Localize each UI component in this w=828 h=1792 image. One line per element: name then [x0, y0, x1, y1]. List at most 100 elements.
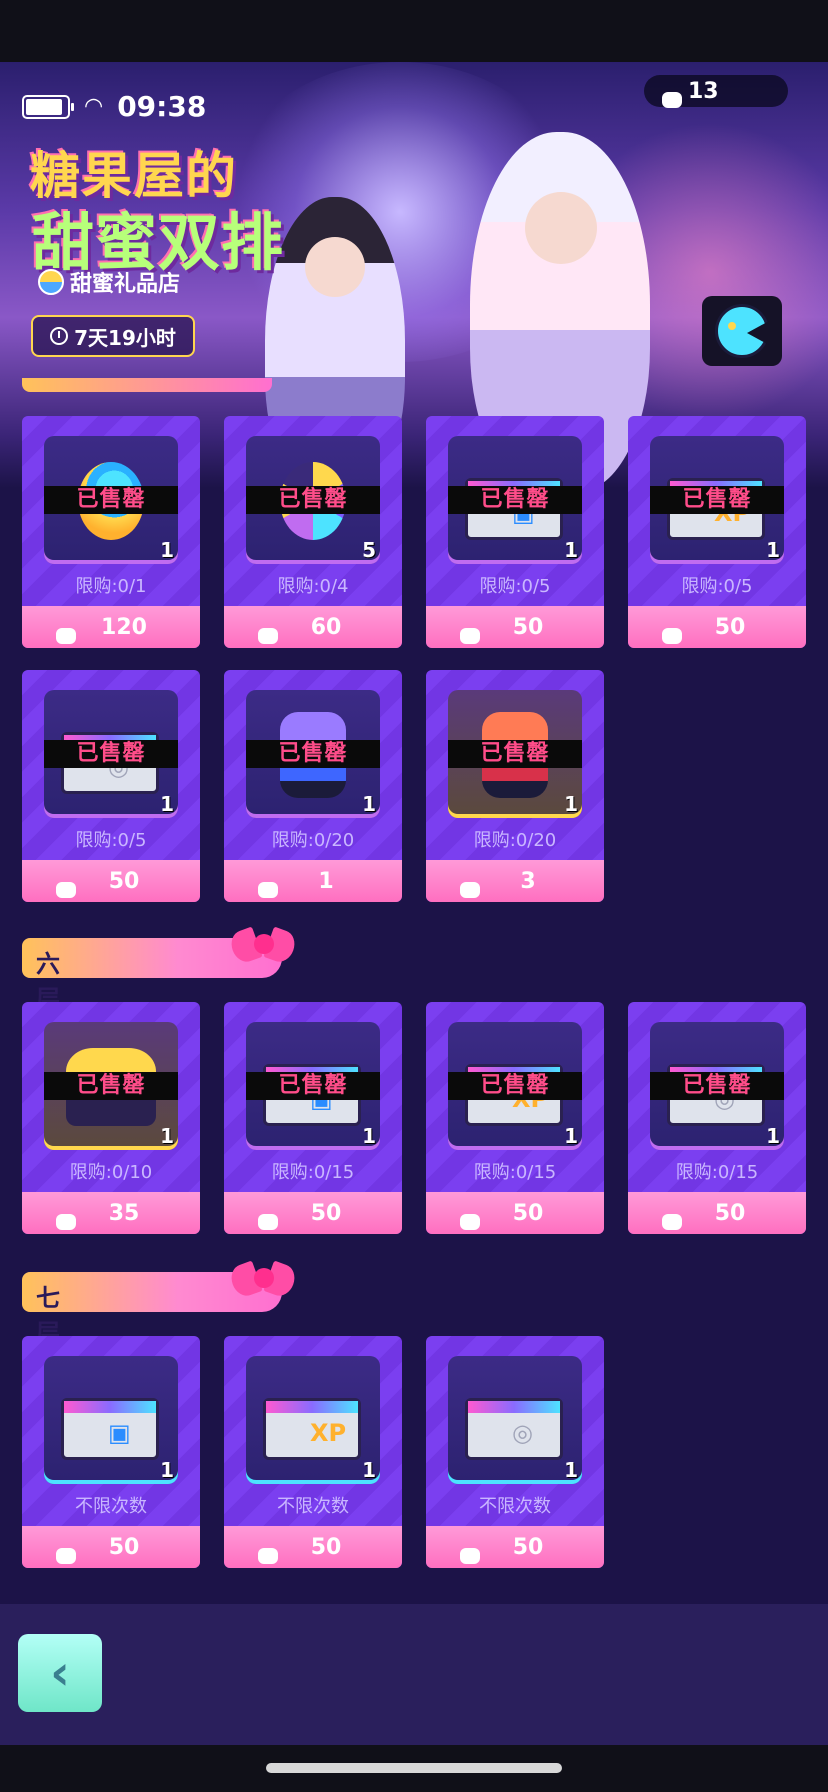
price-button[interactable]: 50 — [224, 1192, 402, 1234]
item-quantity: 1 — [160, 1124, 174, 1148]
item-price: 50 — [310, 1200, 342, 1226]
ticket-target-icon: ◎ — [465, 1398, 563, 1460]
sold-out-label: 已售罄 — [246, 1072, 380, 1100]
shop-item-card[interactable]: XP 1 不限次数 50 — [224, 1336, 402, 1568]
item-quantity: 1 — [362, 1124, 376, 1148]
item-slot: 已售罄 1 — [246, 690, 380, 818]
shop-item-card[interactable]: XP已售罄1限购:0/1550 — [426, 1002, 604, 1234]
shop-item-card[interactable]: 已售罄 1 限购:0/10 35 — [22, 1002, 200, 1234]
item-slot: XP 1 — [246, 1356, 380, 1484]
shop-item-card[interactable]: ▣已售罄1限购:0/550 — [426, 416, 604, 648]
purchase-limit: 限购:0/20 — [271, 830, 355, 851]
item-quantity: 1 — [160, 538, 174, 562]
price-button[interactable]: 50 — [426, 1192, 604, 1234]
currency-display[interactable]: 13 — [644, 75, 788, 108]
purchase-limit: 不限次数 — [75, 1496, 147, 1517]
item-slot: ▣已售罄1 — [246, 1022, 380, 1150]
shop-item-card[interactable]: ◎已售罄1限购:0/550 — [22, 670, 200, 902]
shop-item-card[interactable]: ▣已售罄1限购:0/1550 — [224, 1002, 402, 1234]
shop-item-card[interactable]: 已售罄 1 限购:0/20 1 — [224, 670, 402, 902]
sold-out-label: 已售罄 — [650, 486, 784, 514]
section-header-partial — [22, 378, 272, 392]
item-price: 60 — [310, 614, 342, 640]
price-button[interactable]: 50 — [628, 606, 806, 648]
item-price: 50 — [108, 1534, 140, 1560]
pacman-icon — [715, 304, 769, 358]
price-button[interactable]: 60 — [224, 606, 402, 648]
shop-item-card[interactable]: 已售罄 1 限购:0/20 3 — [426, 670, 604, 902]
item-price: 1 — [318, 868, 334, 894]
item-quantity: 1 — [362, 792, 376, 816]
home-indicator[interactable] — [266, 1763, 562, 1773]
status-bar: ◠ 09:38 — [22, 90, 206, 123]
item-quantity: 1 — [564, 1458, 578, 1482]
event-timer-text: 7天19小时 — [74, 325, 176, 350]
rainbow-icon — [44, 1532, 76, 1564]
banner-subtitle: 甜蜜礼品店 — [38, 266, 180, 298]
item-price: 50 — [512, 1534, 544, 1560]
sold-out-label: 已售罄 — [246, 486, 380, 514]
shop-item-card[interactable]: 已售罄 1 限购:0/1 120 — [22, 416, 200, 648]
sold-out-label: 已售罄 — [448, 486, 582, 514]
back-button[interactable]: ‹ — [18, 1634, 102, 1712]
rainbow-icon — [246, 1532, 278, 1564]
shop-item-card[interactable]: ▣ 1 不限次数 50 — [22, 1336, 200, 1568]
item-slot: XP已售罄1 — [448, 1022, 582, 1150]
status-time: 09:38 — [117, 90, 207, 123]
ticket-blue-icon: ▣ — [61, 1398, 159, 1460]
item-quantity: 1 — [564, 1124, 578, 1148]
purchase-limit: 限购:0/20 — [473, 830, 557, 851]
price-button[interactable]: 50 — [628, 1192, 806, 1234]
price-button[interactable]: 50 — [224, 1526, 402, 1568]
item-slot: ▣已售罄1 — [448, 436, 582, 564]
item-quantity: 1 — [766, 1124, 780, 1148]
shop-item-card[interactable]: XP已售罄1 限购:0/5 50 — [628, 416, 806, 648]
price-button[interactable]: 35 — [22, 1192, 200, 1234]
purchase-limit: 限购:0/15 — [271, 1162, 355, 1183]
sold-out-label: 已售罄 — [448, 1072, 582, 1100]
shop-item-card[interactable]: ◎ 1 不限次数 50 — [426, 1336, 604, 1568]
item-price: 50 — [512, 614, 544, 640]
event-timer: 7天19小时 — [31, 315, 195, 357]
item-slot: 已售罄 1 — [44, 1022, 178, 1150]
clock-icon — [50, 327, 69, 345]
item-price: 120 — [101, 614, 147, 640]
purchase-limit: 限购:0/5 — [681, 576, 753, 597]
purchase-limit: 限购:0/15 — [675, 1162, 759, 1183]
purchase-limit: 限购:0/5 — [75, 830, 147, 851]
item-slot: ◎已售罄1 — [650, 1022, 784, 1150]
footer-bar — [0, 1604, 828, 1745]
sold-out-label: 已售罄 — [44, 486, 178, 514]
item-price: 50 — [714, 1200, 746, 1226]
rainbow-icon — [650, 1198, 682, 1230]
item-slot: XP已售罄1 — [650, 436, 784, 564]
purchase-limit: 不限次数 — [277, 1496, 349, 1517]
price-button[interactable]: 50 — [22, 1526, 200, 1568]
price-button[interactable]: 3 — [426, 860, 604, 902]
shop-ball-icon — [38, 269, 64, 295]
rainbow-icon — [44, 612, 76, 644]
candy-bow-icon — [227, 920, 302, 980]
currency-amount: 13 — [688, 78, 719, 104]
rainbow-icon — [650, 612, 682, 644]
sold-out-label: 已售罄 — [650, 1072, 784, 1100]
price-button[interactable]: 50 — [426, 1526, 604, 1568]
shop-item-card[interactable]: 已售罄 5 限购:0/4 60 — [224, 416, 402, 648]
item-quantity: 1 — [160, 1458, 174, 1482]
rainbow-icon — [44, 1198, 76, 1230]
price-button[interactable]: 50 — [22, 860, 200, 902]
shop-item-card[interactable]: ◎已售罄1限购:0/1550 — [628, 1002, 806, 1234]
sold-out-label: 已售罄 — [448, 740, 582, 768]
item-slot: ▣ 1 — [44, 1356, 178, 1484]
item-slot: 已售罄 1 — [44, 436, 178, 564]
banner-subtitle-text: 甜蜜礼品店 — [70, 272, 181, 297]
rainbow-icon — [246, 1198, 278, 1230]
side-menu-button[interactable] — [702, 296, 782, 366]
item-quantity: 1 — [362, 1458, 376, 1482]
price-button[interactable]: 1 — [224, 860, 402, 902]
sold-out-label: 已售罄 — [44, 1072, 178, 1100]
ticket-xp-icon: XP — [263, 1398, 361, 1460]
price-button[interactable]: 120 — [22, 606, 200, 648]
price-button[interactable]: 50 — [426, 606, 604, 648]
rainbow-icon — [448, 1198, 480, 1230]
